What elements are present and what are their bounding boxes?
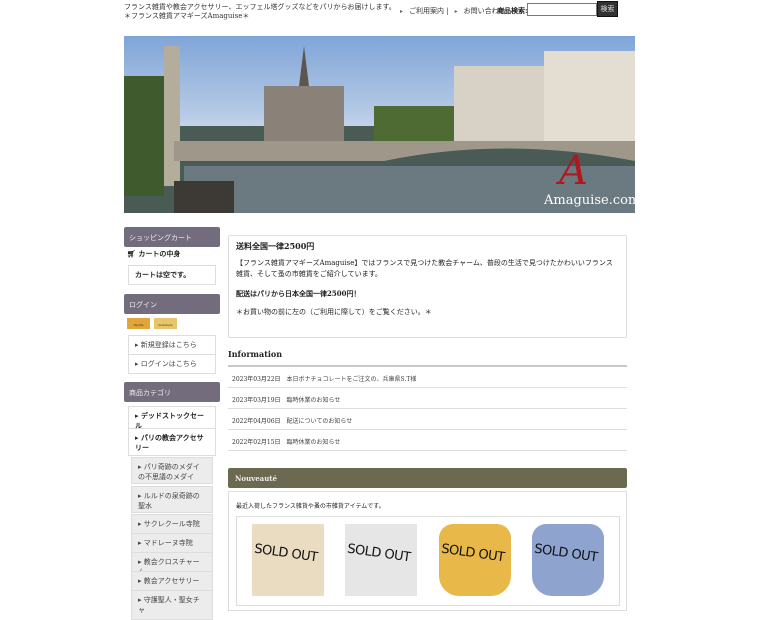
subcategory-item[interactable]: ▸ 守護聖人・聖女チャ [131, 590, 213, 620]
svg-text:A: A [555, 148, 588, 194]
product-item[interactable]: SOLD OUT [345, 524, 417, 596]
info-row[interactable]: 2022年04月06日 配送についてのお知らせ [228, 409, 627, 430]
sold-out-label: SOLD OUT [440, 541, 506, 566]
cart-heading: ショッピングカート [124, 227, 220, 247]
sold-out-label: SOLD OUT [253, 541, 319, 566]
nouveaute-desc: 最近入荷したフランス雑貨や蚤の市雑貨アイテムです。 [236, 503, 385, 510]
paris-bridge-photo: A Amaguise.com [124, 46, 635, 213]
notice-title: 送料全国一律2500円 [236, 241, 315, 251]
subcategory-item[interactable]: ▸ ルルドの泉奇跡の聖水 [131, 486, 213, 513]
notice-body: 【フランス雑貨アマギーズAmaguise】ではフランスで見つけた教会チャーム、普… [236, 259, 613, 278]
cart-contents[interactable]: 🛒︎ カートの中身 [127, 249, 180, 259]
subcategory-item[interactable]: ▸ パリ奇跡のメダイの不思議のメダイ [131, 457, 213, 484]
sold-out-label: SOLD OUT [533, 541, 599, 566]
register-link[interactable]: ▸ 新規登録はこちら [128, 335, 216, 355]
login-heading: ログイン [124, 294, 220, 314]
banner-image: A Amaguise.com [124, 36, 635, 213]
search-label: 商品検索: [497, 6, 528, 15]
info-row[interactable]: 2022年02月15日 臨時休業のお知らせ [228, 430, 627, 451]
subcategory-item[interactable]: ▸ マドレーヌ寺院 [131, 533, 213, 553]
bullet-icon: ▸ [400, 7, 404, 15]
subcategory-item[interactable]: ▸ サクレクール寺院 [131, 514, 213, 534]
info-row[interactable]: 2023年03月19日 臨時休業のお知らせ [228, 388, 627, 409]
header-tagline: フランス雑貨や教会アクセサリー、エッフェル塔グッズなどをパリからお届けします。＊… [124, 3, 396, 20]
shop-name: ＊フランス雑貨アマギーズAmaguise＊ [124, 12, 250, 20]
header-links: ▸ ご利用案内 | ▸ お問い合わせ [400, 6, 506, 16]
category-heading: 商品カテゴリ [124, 382, 220, 402]
info-row[interactable]: 2023年03月22日 本日ボナチョコレートをご注文の、兵庫県S.T様 [228, 367, 627, 388]
paypal-badge[interactable]: PayPal [127, 318, 150, 329]
product-item[interactable]: SOLD OUT [532, 524, 604, 596]
search-button[interactable]: 検索 [597, 1, 618, 17]
subcategory-item[interactable]: ▸ 教会アクセサリー [131, 571, 213, 591]
search-input[interactable] [527, 3, 597, 16]
category-church-accessories[interactable]: ▸ パリの教会アクセサリー [128, 428, 216, 456]
product-item[interactable]: SOLD OUT [439, 524, 511, 596]
information-heading: Information [228, 349, 283, 359]
cart-empty: カートは空です。 [128, 265, 216, 285]
login-link[interactable]: ▸ ログインはこちら [128, 354, 216, 374]
banner-logo-text: Amaguise.com [543, 193, 635, 208]
guide-link[interactable]: ご利用案内 | [409, 6, 449, 16]
notice-shipping: 配送はパリから日本全国一律2500円！ [236, 289, 361, 298]
cart-icon: 🛒︎ [127, 249, 136, 258]
sold-out-label: SOLD OUT [346, 541, 412, 566]
product-list: SOLD OUT SOLD OUT SOLD OUT SOLD OUT [236, 516, 620, 606]
members-badge[interactable]: members [154, 318, 177, 329]
notice-box: 送料全国一律2500円 【フランス雑貨アマギーズAmaguise】ではフランスで… [228, 235, 627, 338]
notice-note: ＊お買い物の前に左の（ご利用に際して）をご覧ください。＊ [236, 308, 432, 316]
nouveaute-heading: Nouveauté [228, 468, 627, 488]
bullet-icon: ▸ [454, 7, 458, 15]
product-item[interactable]: SOLD OUT [252, 524, 324, 596]
